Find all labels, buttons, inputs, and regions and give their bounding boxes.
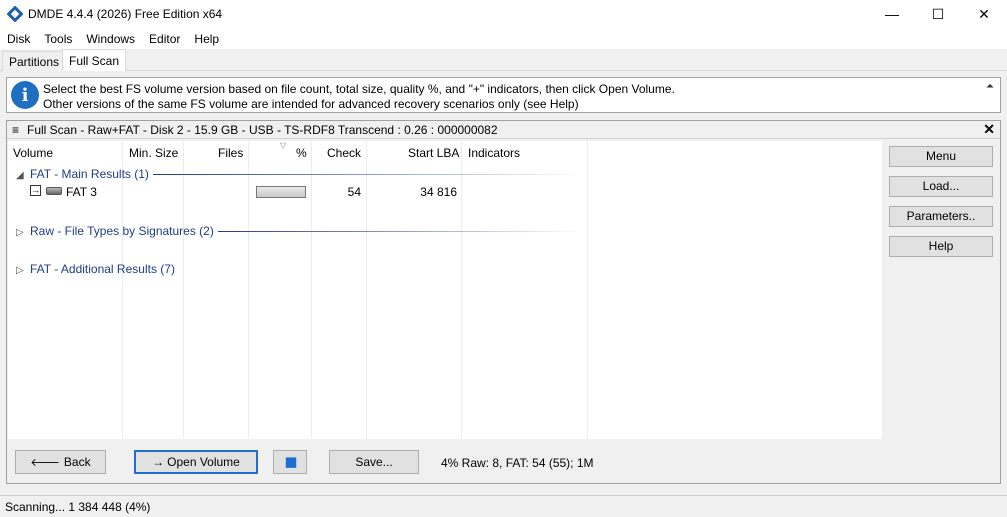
info-panel: i Select the best FS volume version base… xyxy=(6,77,1001,113)
back-label: Back xyxy=(63,455,91,469)
volume-check: 54 xyxy=(347,185,361,199)
save-button[interactable]: Save... xyxy=(329,450,419,474)
table-row[interactable]: → FAT 3 54 34 816 xyxy=(8,183,882,201)
scan-title: Full Scan - Raw+FAT - Disk 2 - 15.9 GB -… xyxy=(27,123,498,137)
group-fat-additional-results[interactable]: ▷ FAT - Additional Results (7) xyxy=(16,262,175,276)
column-header-indicators[interactable]: Indicators xyxy=(468,146,520,160)
collapsed-triangle-icon[interactable]: ▷ xyxy=(16,227,30,238)
column-header-files[interactable]: Files xyxy=(218,146,243,160)
tab-partitions[interactable]: Partitions xyxy=(2,51,67,71)
pause-button[interactable]: ▮▮ xyxy=(273,450,307,474)
back-button[interactable]: 🡐 Back xyxy=(15,450,106,474)
status-text: Scanning... 1 384 448 (4%) xyxy=(5,500,151,514)
menu-bar: Disk Tools Windows Editor Help xyxy=(0,28,1007,49)
scan-progress-text: 4% Raw: 8, FAT: 54 (55); 1M xyxy=(441,456,594,470)
sort-indicator-icon: ▽ xyxy=(280,141,287,150)
menu-button[interactable]: Menu xyxy=(889,146,993,167)
parameters-button[interactable]: Parameters.. xyxy=(889,206,993,227)
info-icon: i xyxy=(11,81,39,109)
title-bar: DMDE 4.4.4 (2026) Free Edition x64 — ☐ ✕ xyxy=(0,0,1007,28)
group-separator-line xyxy=(153,174,583,175)
scan-header: ≡ Full Scan - Raw+FAT - Disk 2 - 15.9 GB… xyxy=(7,121,1000,139)
column-header-start-lba[interactable]: Start LBA xyxy=(408,146,459,160)
info-text-line1: Select the best FS volume version based … xyxy=(43,82,675,96)
menu-editor[interactable]: Editor xyxy=(142,28,187,49)
back-arrow-icon: 🡐 xyxy=(30,457,60,469)
close-panel-icon[interactable]: ✕ xyxy=(983,121,995,138)
tab-bar: Partitions Full Scan xyxy=(0,49,1007,71)
group-raw-file-types[interactable]: ▷ Raw - File Types by Signatures (2) xyxy=(16,224,214,238)
hamburger-menu-icon[interactable]: ≡ xyxy=(12,123,19,137)
group-separator-line xyxy=(218,231,583,232)
status-bar: Scanning... 1 384 448 (4%) xyxy=(0,495,1007,517)
load-button[interactable]: Load... xyxy=(889,176,993,197)
minimize-button[interactable]: — xyxy=(869,0,915,28)
menu-windows[interactable]: Windows xyxy=(79,28,142,49)
window-title: DMDE 4.4.4 (2026) Free Edition x64 xyxy=(28,7,223,21)
group-fat-main-results[interactable]: ◢ FAT - Main Results (1) xyxy=(16,167,149,181)
column-header-check[interactable]: Check xyxy=(327,146,361,160)
volume-name: FAT 3 xyxy=(66,185,97,199)
maximize-button[interactable]: ☐ xyxy=(915,0,961,28)
group-label: Raw - File Types by Signatures (2) xyxy=(30,224,214,238)
pause-icon: ▮▮ xyxy=(284,454,297,469)
collapsed-triangle-icon[interactable]: ▷ xyxy=(16,265,30,276)
app-logo-icon xyxy=(7,6,23,22)
open-arrow-icon: → xyxy=(152,455,165,469)
close-window-button[interactable]: ✕ xyxy=(961,0,1007,28)
group-label: FAT - Additional Results (7) xyxy=(30,262,175,276)
column-header-min-size[interactable]: Min. Size xyxy=(129,146,178,160)
volume-start-lba: 34 816 xyxy=(420,185,457,199)
drive-icon xyxy=(46,187,62,195)
group-label: FAT - Main Results (1) xyxy=(30,167,149,181)
menu-disk[interactable]: Disk xyxy=(0,28,37,49)
collapse-up-icon[interactable]: ⏶ xyxy=(986,81,994,92)
results-list[interactable]: Volume Min. Size Files % ▽ Check Start L… xyxy=(8,141,882,439)
menu-tools[interactable]: Tools xyxy=(37,28,79,49)
column-header-percent[interactable]: % xyxy=(296,146,307,160)
help-button[interactable]: Help xyxy=(889,236,993,257)
open-volume-label: Open Volume xyxy=(167,455,240,469)
open-volume-button[interactable]: → Open Volume xyxy=(134,450,258,474)
expanded-triangle-icon[interactable]: ◢ xyxy=(16,170,30,181)
full-scan-panel: ≡ Full Scan - Raw+FAT - Disk 2 - 15.9 GB… xyxy=(6,120,1001,484)
tab-full-scan[interactable]: Full Scan xyxy=(62,49,127,71)
column-header-volume[interactable]: Volume xyxy=(13,146,53,160)
info-text-line2: Other versions of the same FS volume are… xyxy=(43,97,579,111)
quality-percent-bar xyxy=(256,186,306,198)
menu-help[interactable]: Help xyxy=(187,28,226,49)
open-arrow-icon: → xyxy=(30,185,41,196)
